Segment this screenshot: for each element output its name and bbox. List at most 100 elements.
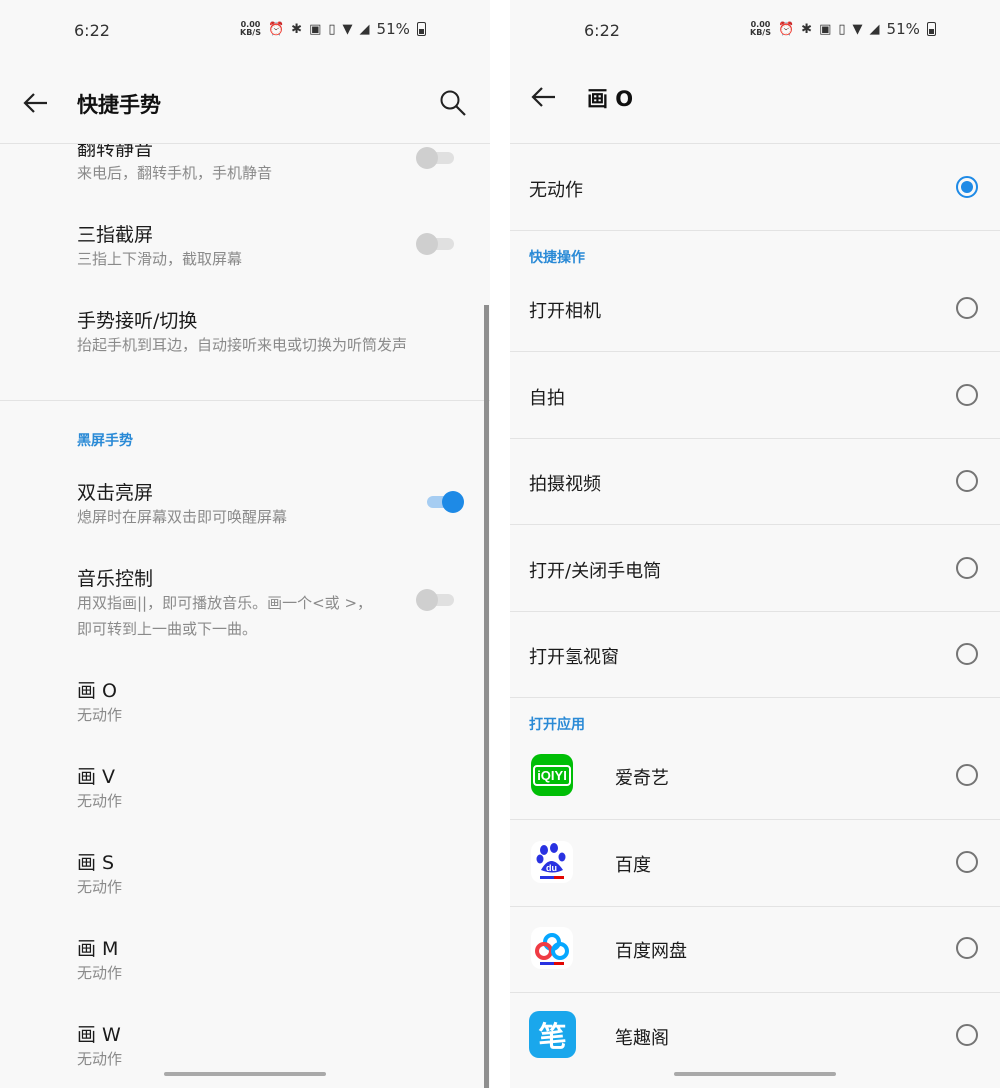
volte-icon: ▣ — [819, 21, 832, 37]
three-finger-screenshot-toggle[interactable] — [416, 232, 456, 256]
flip-mute-subtitle: 来电后，翻转手机，手机静音 — [77, 164, 273, 182]
app-baidu-radio[interactable] — [956, 851, 978, 873]
back-arrow-icon — [531, 87, 555, 107]
battery-icon — [416, 22, 426, 36]
draw-o-subtitle: 无动作 — [77, 706, 123, 724]
draw-o-action-screen: 6:22 0.00 KB/S ⏰ ✱ ▣ ▯ ▼ ◢ 51% 画 O 无动作 快捷… — [510, 0, 1000, 1088]
divider — [510, 819, 1000, 820]
draw-s-subtitle: 无动作 — [77, 878, 123, 896]
music-control-title: 音乐控制 — [77, 568, 154, 590]
signal-icon: ◢ — [869, 21, 880, 37]
open-app-section-title: 打开应用 — [529, 717, 585, 733]
option-flashlight-radio[interactable] — [956, 557, 978, 579]
section-divider — [0, 400, 490, 401]
app-iqiyi-radio[interactable] — [956, 764, 978, 786]
baidu-paw-icon: du — [536, 843, 566, 879]
app-biquge-radio[interactable] — [956, 1024, 978, 1046]
biquge-icon: 笔 — [529, 1011, 576, 1058]
music-control-subtitle: 用双指画||，即可播放音乐。画一个<或 >，即可转到上一曲或下一曲。 — [77, 594, 373, 638]
app-baidu-netdisk-label[interactable]: 百度网盘 — [615, 937, 687, 963]
settings-list: 翻转静音 来电后，翻转手机，手机静音 三指截屏 三指上下滑动，截取屏幕 手势接听… — [0, 144, 490, 1088]
battery-percent: 51% — [376, 20, 410, 38]
home-indicator[interactable] — [674, 1072, 836, 1076]
cloud-icon — [535, 933, 569, 965]
option-record-video-label[interactable]: 拍摄视频 — [529, 470, 601, 496]
draw-s-title[interactable]: 画 S — [77, 848, 114, 875]
draw-w-subtitle: 无动作 — [77, 1050, 123, 1068]
back-arrow-icon — [23, 93, 47, 113]
divider — [510, 992, 1000, 993]
option-selfie-label[interactable]: 自拍 — [529, 384, 565, 410]
divider — [510, 697, 1000, 698]
net-speed: 0.00 KB/S — [750, 20, 771, 37]
baidu-netdisk-icon — [531, 927, 573, 969]
status-time: 6:22 — [584, 21, 620, 40]
vibrate-icon: ▯ — [328, 21, 336, 37]
scrollbar[interactable] — [484, 305, 489, 1088]
three-finger-screenshot-subtitle: 三指上下滑动，截取屏幕 — [77, 250, 243, 268]
divider — [510, 906, 1000, 907]
option-open-camera-label[interactable]: 打开相机 — [529, 297, 601, 323]
bluetooth-icon: ✱ — [801, 21, 813, 37]
option-shelf-radio[interactable] — [956, 643, 978, 665]
svg-text:du: du — [546, 863, 557, 873]
divider — [510, 611, 1000, 612]
draw-v-title[interactable]: 画 V — [77, 762, 115, 789]
app-baidu-netdisk-radio[interactable] — [956, 937, 978, 959]
header-divider — [510, 143, 1000, 144]
gesture-settings-screen: 6:22 0.00 KB/S ⏰ ✱ ▣ ▯ ▼ ◢ 51% 快捷手势 翻转静音 … — [0, 0, 490, 1088]
alarm-icon: ⏰ — [777, 21, 795, 37]
draw-w-title[interactable]: 画 W — [77, 1020, 121, 1047]
flip-mute-toggle[interactable] — [416, 146, 456, 170]
screen-off-section-title: 黑屏手势 — [77, 433, 133, 449]
vibrate-icon: ▯ — [838, 21, 846, 37]
back-button[interactable] — [530, 83, 558, 111]
app-biquge-label[interactable]: 笔趣阁 — [615, 1024, 669, 1050]
option-no-action-radio[interactable] — [956, 176, 978, 198]
page-title: 画 O — [587, 87, 634, 111]
bluetooth-icon: ✱ — [291, 21, 303, 37]
home-indicator[interactable] — [164, 1072, 326, 1076]
divider — [510, 438, 1000, 439]
alarm-icon: ⏰ — [267, 21, 285, 37]
double-tap-wake-toggle[interactable] — [425, 490, 465, 514]
double-tap-wake-subtitle: 熄屏时在屏幕双击即可唤醒屏幕 — [77, 508, 288, 526]
wifi-icon: ▼ — [852, 21, 863, 37]
gesture-answer-subtitle: 抬起手机到耳边，自动接听来电或切换为听筒发声 — [77, 336, 408, 354]
signal-icon: ◢ — [359, 21, 370, 37]
baidu-icon: du — [531, 841, 573, 883]
draw-m-title[interactable]: 画 M — [77, 934, 118, 961]
option-record-video-radio[interactable] — [956, 470, 978, 492]
option-open-camera-radio[interactable] — [956, 297, 978, 319]
gesture-answer-title[interactable]: 手势接听/切换 — [77, 306, 197, 333]
divider — [510, 351, 1000, 352]
search-icon — [440, 90, 466, 116]
option-flashlight-label[interactable]: 打开/关闭手电筒 — [529, 557, 661, 583]
status-icons: 0.00 KB/S ⏰ ✱ ▣ ▯ ▼ ◢ 51% — [240, 20, 426, 38]
page-title: 快捷手势 — [77, 93, 161, 117]
back-button[interactable] — [22, 89, 50, 117]
option-no-action-label[interactable]: 无动作 — [529, 176, 583, 202]
draw-v-subtitle: 无动作 — [77, 792, 123, 810]
iqiyi-icon: iQIYI — [531, 754, 573, 796]
battery-icon — [926, 22, 936, 36]
three-finger-screenshot-title: 三指截屏 — [77, 224, 154, 246]
quick-actions-section-title: 快捷操作 — [529, 250, 585, 266]
net-speed: 0.00 KB/S — [240, 20, 261, 37]
draw-m-subtitle: 无动作 — [77, 964, 123, 982]
double-tap-wake-title: 双击亮屏 — [77, 482, 154, 504]
divider — [510, 524, 1000, 525]
search-button[interactable] — [438, 88, 468, 118]
app-iqiyi-label[interactable]: 爱奇艺 — [615, 764, 669, 790]
option-shelf-label[interactable]: 打开氢视窗 — [529, 643, 619, 669]
draw-o-title[interactable]: 画 O — [77, 676, 117, 703]
status-icons: 0.00 KB/S ⏰ ✱ ▣ ▯ ▼ ◢ 51% — [750, 20, 936, 38]
divider — [510, 230, 1000, 231]
status-time: 6:22 — [74, 21, 110, 40]
flip-mute-title: 翻转静音 — [77, 144, 154, 160]
app-baidu-label[interactable]: 百度 — [615, 851, 651, 877]
wifi-icon: ▼ — [342, 21, 353, 37]
music-control-toggle[interactable] — [416, 588, 456, 612]
battery-percent: 51% — [886, 20, 920, 38]
option-selfie-radio[interactable] — [956, 384, 978, 406]
